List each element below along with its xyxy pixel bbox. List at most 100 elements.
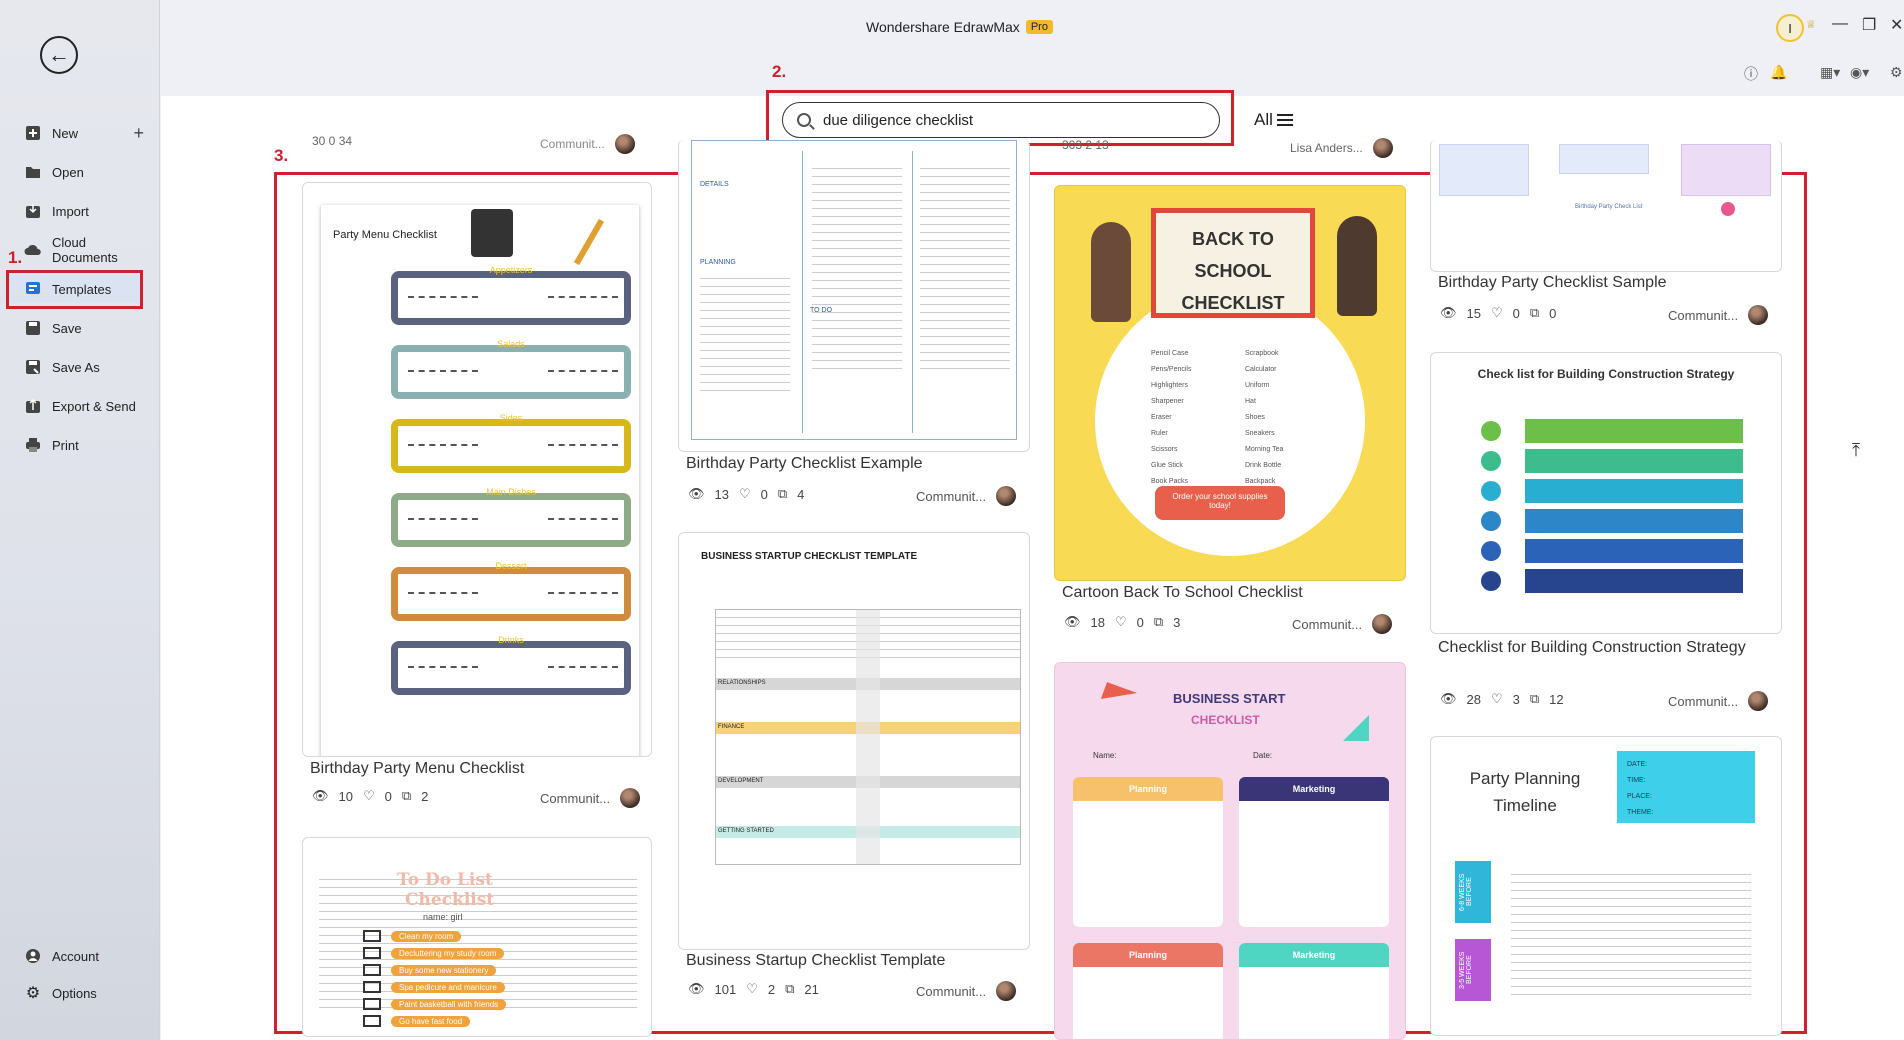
export-icon [24,398,42,414]
template-card[interactable]: Party Planning Timeline DATE: TIME: PLAC… [1430,736,1782,1036]
card-author[interactable]: Communit... [1668,691,1769,711]
template-card[interactable]: Party Menu Checklist Appetizers Salads S… [302,182,652,757]
template-card[interactable]: BUSINESS STARTUP CHECKLIST TEMPLATE RELA… [678,532,1030,950]
timeline-band: 6-8 WEEKS BEFORE [1455,861,1491,923]
views-count: 13 [714,486,729,502]
card-author[interactable]: Communit... [540,788,641,808]
list-item: Sneakers [1245,430,1275,437]
sidebar-item-label: Account [52,948,99,964]
heart-icon[interactable]: ♡ [1491,305,1503,321]
card-title[interactable]: Cartoon Back To School Checklist [1062,584,1303,602]
arrow-up-icon: ⤒ [1852,440,1860,460]
heart-icon[interactable]: ♡ [1115,614,1127,630]
heart-icon[interactable]: ♡ [363,788,375,804]
filter-all-button[interactable]: All [1254,110,1293,130]
views-count: 28 [1466,691,1481,707]
sidebar-item-new[interactable]: New + [24,119,152,147]
pro-badge: Pro [1025,20,1053,34]
arrow-left-icon: ← [48,42,70,67]
card-stats: 👁 101 ♡ 2 ⧉ 21 [688,981,819,997]
template-card[interactable]: BACK TO SCHOOL CHECKLIST Pencil Case Pen… [1054,185,1406,581]
bell-icon[interactable]: 🔔 [1770,64,1787,81]
sidebar-item-import[interactable]: Import [24,197,152,225]
sidebar-item-save[interactable]: Save [24,314,152,342]
thumb-heading: To Do List [397,870,493,890]
import-icon [24,203,42,219]
scroll-to-top-button[interactable]: ⤒ [1840,440,1872,472]
template-card[interactable]: BUSINESS START CHECKLIST Name: Date: Pla… [1054,662,1406,1040]
list-item: Pens/Pencils [1151,366,1192,373]
card-title[interactable]: Birthday Party Checklist Example [686,455,923,473]
minimize-icon[interactable]: — [1832,15,1848,33]
sidebar-item-save-as[interactable]: Save As [24,353,152,381]
card-title[interactable]: Checklist for Building Construction Stra… [1438,636,1758,660]
heart-icon[interactable]: ♡ [739,486,751,502]
card-title[interactable]: Birthday Party Menu Checklist [310,760,524,778]
template-card[interactable]: To Do List Checklist name: girl Clean my… [302,837,652,1037]
author-name: Communit... [1668,307,1739,323]
sidebar-item-print[interactable]: Print [24,431,152,459]
sidebar-item-export-send[interactable]: Export & Send [24,392,152,420]
section-box: Sides [391,413,631,473]
shirt-icon[interactable]: ◉▾ [1850,64,1869,81]
partial-stats-1: 30 0 34 [312,134,353,148]
search-input[interactable]: due diligence checklist [782,102,1220,138]
back-button[interactable]: ← [40,36,78,74]
card-stats: 👁 15 ♡ 0 ⧉ 0 [1440,305,1556,321]
close-icon[interactable]: ✕ [1890,15,1903,35]
template-card[interactable]: DETAILS PLANNING TO DO [678,140,1030,452]
field-label: PLACE: [1627,793,1652,800]
restore-icon[interactable]: ❐ [1862,15,1876,35]
eye-icon: 👁 [1440,691,1457,706]
folder-icon [24,164,42,180]
sidebar-item-label: Export & Send [52,398,136,414]
views-count: 101 [714,981,737,997]
sidebar-item-options[interactable]: ⚙ Options [24,979,152,1007]
field-label: THEME: [1627,809,1654,816]
list-item: Sharpener [1151,398,1184,405]
partial-author-3: Lisa Anders... [1290,138,1393,158]
sidebar-item-open[interactable]: Open [24,158,152,186]
author-avatar [620,788,641,808]
card-stats: 👁 18 ♡ 0 ⧉ 3 [1064,614,1180,630]
template-card[interactable]: Check list for Building Construction Str… [1430,352,1782,634]
card-title[interactable]: Business Startup Checklist Template [686,952,945,970]
author-name: Communit... [1292,616,1363,632]
col-header: Marketing [1239,777,1389,801]
step-3-label: 3. [274,146,289,165]
card-author[interactable]: Communit... [916,981,1017,1001]
search-icon [797,113,811,127]
list-item: Uniform [1245,382,1270,389]
copies-count: 3 [1173,614,1181,630]
template-card[interactable]: Birthday Party Check List [1430,140,1782,272]
card-author[interactable]: Communit... [1292,614,1393,634]
sidebar-item-cloud-documents[interactable]: Cloud Documents [24,235,152,265]
app-title: Wondershare EdrawMax Pro [866,19,1053,35]
section-box: Main Dishes [391,487,631,547]
heart-icon[interactable]: ♡ [746,981,758,997]
likes-count: 3 [1512,691,1520,707]
help-icon[interactable]: ⓘ [1744,64,1758,84]
card-author[interactable]: Communit... [916,486,1017,506]
likes-count: 2 [767,981,776,997]
user-avatar[interactable]: I [1776,14,1804,42]
settings-icon[interactable]: ⚙ [1890,64,1903,81]
copies-count: 0 [1549,305,1557,321]
sidebar-item-account[interactable]: Account [24,942,152,970]
field-label: TIME: [1627,777,1646,784]
author-avatar [996,981,1017,1001]
heart-icon[interactable]: ♡ [1491,691,1503,707]
sidebar-item-label: Options [52,985,97,1001]
list-item: Pencil Case [1151,350,1189,357]
todo-item: Clean my room [391,930,462,942]
list-item: Glue Stick [1151,462,1183,469]
col-header: Marketing [1239,943,1389,967]
card-author[interactable]: Communit... [1668,305,1769,325]
card-stats: 👁 10 ♡ 0 ⧉ 2 [312,788,428,804]
plus-icon[interactable]: + [133,123,144,144]
list-item: Highlighters [1151,382,1188,389]
apps-icon[interactable]: ▦▾ [1820,64,1840,81]
copy-icon: ⧉ [1529,691,1540,706]
card-title[interactable]: Birthday Party Checklist Sample [1438,274,1667,292]
list-item: Scissors [1151,446,1178,453]
